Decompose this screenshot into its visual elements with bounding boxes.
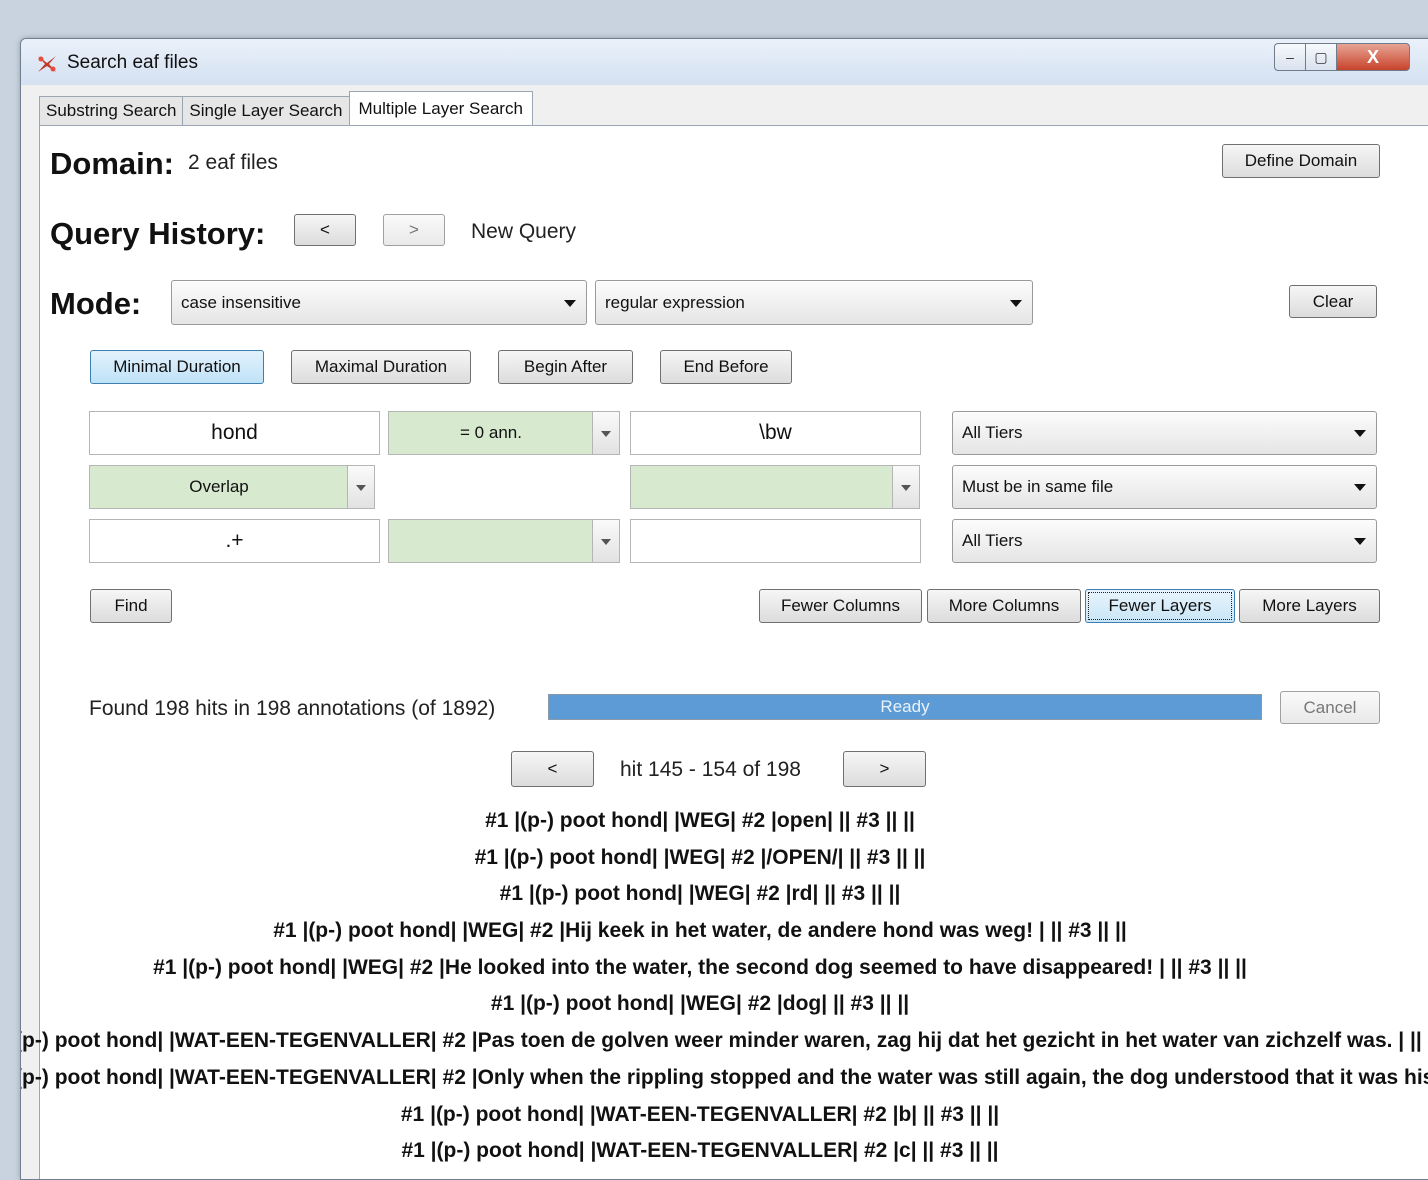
scope-value: Must be in same file — [962, 477, 1114, 496]
tier-value-r1: All Tiers — [962, 423, 1023, 442]
hit-list: #1 |(p-) poot hond| |WEG| #2 |open| || #… — [21, 803, 1428, 1170]
fewer-columns-button[interactable]: Fewer Columns — [759, 589, 922, 623]
tier-select-r3[interactable]: All Tiers — [952, 519, 1377, 563]
scope-select[interactable]: Must be in same file — [952, 465, 1377, 509]
hit-row[interactable]: #1 |(p-) poot hond| |WEG| #2 |dog| || #3… — [21, 986, 1420, 1023]
pattern-input-r1c1[interactable]: hond — [89, 411, 380, 455]
progress-label: Ready — [880, 697, 930, 716]
pattern-input-r3c1[interactable]: .+ — [89, 519, 380, 563]
minimal-duration-button[interactable]: Minimal Duration — [90, 350, 264, 384]
maximize-button[interactable]: ▢ — [1306, 43, 1337, 71]
page-next-button[interactable]: > — [843, 751, 926, 787]
match-type-select[interactable]: regular expression — [595, 280, 1033, 325]
hit-row[interactable]: #1 |(p-) poot hond| |WEG| #2 |/OPEN/| ||… — [21, 840, 1420, 877]
case-sensitivity-value: case insensitive — [181, 292, 302, 312]
tier-value-r3: All Tiers — [962, 531, 1023, 550]
more-columns-button[interactable]: More Columns — [927, 589, 1081, 623]
history-next-button[interactable]: > — [383, 214, 445, 246]
hit-row[interactable]: #1 |(p-) poot hond| |WAT-EEN-TEGENVALLER… — [21, 1097, 1420, 1134]
tab-single-layer-search[interactable]: Single Layer Search — [182, 96, 350, 125]
define-domain-button[interactable]: Define Domain — [1222, 144, 1380, 178]
hit-row[interactable]: #1 |(p-) poot hond| |WEG| #2 |Hij keek i… — [21, 913, 1420, 950]
chevron-down-icon — [564, 299, 576, 307]
clear-button[interactable]: Clear — [1289, 285, 1377, 318]
app-icon — [38, 56, 56, 72]
chevron-down-icon[interactable] — [347, 466, 374, 508]
relation-select-r2[interactable] — [630, 465, 920, 509]
minimize-button[interactable]: – — [1274, 43, 1306, 71]
domain-label: Domain: — [50, 146, 174, 181]
hit-row[interactable]: #1 |(p-) poot hond| |WAT-EEN-TEGENVALLER… — [21, 1133, 1420, 1170]
fewer-layers-button[interactable]: Fewer Layers — [1085, 589, 1235, 623]
case-sensitivity-select[interactable]: case insensitive — [171, 280, 587, 325]
maximal-duration-button[interactable]: Maximal Duration — [291, 350, 471, 384]
match-type-value: regular expression — [605, 292, 745, 312]
begin-after-button[interactable]: Begin After — [498, 350, 633, 384]
hit-row[interactable]: #1 |(p-) poot hond| |WAT-EEN-TEGENVALLER… — [21, 1023, 1428, 1060]
domain-value: 2 eaf files — [188, 151, 278, 174]
tab-substring-search[interactable]: Substring Search — [39, 96, 184, 125]
progress-bar: Ready — [548, 694, 1262, 720]
hit-row[interactable]: #1 |(p-) poot hond| |WAT-EEN-TEGENVALLER… — [21, 1060, 1428, 1097]
search-window: Search eaf files – ▢ X Substring Search … — [20, 38, 1428, 1180]
chevron-down-icon — [1354, 538, 1366, 545]
pattern-input-r1c2[interactable]: \bw — [630, 411, 921, 455]
tab-multiple-layer-search[interactable]: Multiple Layer Search — [348, 91, 533, 126]
close-button[interactable]: X — [1337, 43, 1410, 71]
chevron-down-icon — [1354, 430, 1366, 437]
mode-label: Mode: — [50, 286, 142, 321]
window-title: Search eaf files — [67, 52, 198, 73]
more-layers-button[interactable]: More Layers — [1239, 589, 1380, 623]
tab-strip: Substring Search Single Layer Search Mul… — [39, 91, 533, 126]
distance-select-r3[interactable] — [388, 519, 620, 563]
chevron-down-icon[interactable] — [892, 466, 919, 508]
current-query-label: New Query — [471, 220, 577, 243]
tier-select-r1[interactable]: All Tiers — [952, 411, 1377, 455]
window-controls: – ▢ X — [1274, 43, 1410, 71]
hits-summary: Found 198 hits in 198 annotations (of 18… — [89, 697, 496, 720]
chevron-down-icon — [1354, 484, 1366, 491]
distance-value-r1: = 0 ann. — [460, 423, 522, 442]
pattern-input-r3c2[interactable] — [630, 519, 921, 563]
history-prev-button[interactable]: < — [294, 214, 356, 246]
hit-row[interactable]: #1 |(p-) poot hond| |WEG| #2 |rd| || #3 … — [21, 876, 1420, 913]
overlap-value: Overlap — [189, 477, 249, 496]
chevron-down-icon[interactable] — [592, 520, 619, 562]
page-prev-button[interactable]: < — [511, 751, 594, 787]
overlap-select[interactable]: Overlap — [89, 465, 375, 509]
chevron-down-icon[interactable] — [592, 412, 619, 454]
hit-row[interactable]: #1 |(p-) poot hond| |WEG| #2 |He looked … — [21, 950, 1420, 987]
title-bar[interactable]: Search eaf files – ▢ X — [21, 39, 1428, 85]
chevron-down-icon — [1010, 299, 1022, 307]
query-history-label: Query History: — [50, 216, 266, 251]
cancel-button[interactable]: Cancel — [1280, 691, 1380, 724]
page-range: hit 145 - 154 of 198 — [620, 758, 801, 781]
multiple-layer-search-panel: Domain: 2 eaf files Define Domain Query … — [21, 125, 1428, 1179]
distance-select-r1[interactable]: = 0 ann. — [388, 411, 620, 455]
end-before-button[interactable]: End Before — [660, 350, 792, 384]
find-button[interactable]: Find — [90, 589, 172, 623]
hit-row[interactable]: #1 |(p-) poot hond| |WEG| #2 |open| || #… — [21, 803, 1420, 840]
